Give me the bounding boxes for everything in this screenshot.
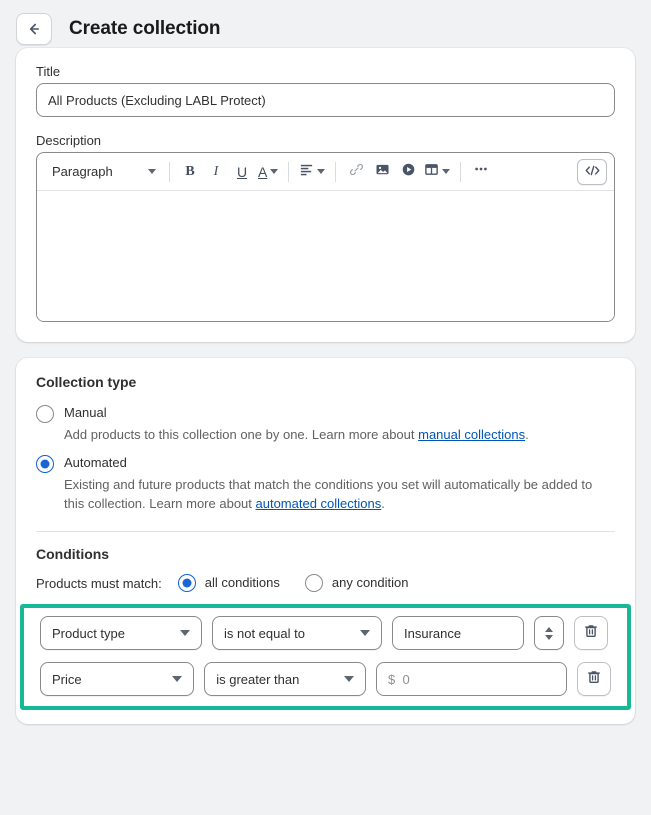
title-label: Title (36, 64, 61, 79)
paragraph-style-select[interactable]: Paragraph (44, 159, 162, 185)
details-card: Title Description Paragraph B I (16, 48, 635, 342)
more-options-button[interactable] (468, 159, 494, 185)
radio-automated-label: Automated (64, 455, 127, 470)
radio-all-conditions-label: all conditions (204, 575, 280, 590)
toolbar-divider (169, 161, 170, 182)
italic-button[interactable]: I (203, 159, 229, 185)
page-header: Create collection (0, 0, 651, 48)
condition-row: Price is greater than (40, 662, 611, 696)
collection-type-option-automated: Automated Existing and future products t… (36, 454, 615, 513)
trash-icon (586, 669, 602, 690)
radio-any-condition-label: any condition (331, 575, 409, 590)
radio-automated[interactable] (36, 455, 54, 473)
create-collection-page: Create collection Title Description Para… (0, 0, 651, 815)
condition-value-stepper-0[interactable] (534, 616, 564, 650)
condition-field-select-0[interactable]: Product type (40, 616, 202, 650)
play-circle-icon (401, 162, 416, 182)
radio-all-conditions[interactable] (177, 574, 196, 592)
chevron-down-icon (442, 169, 451, 174)
radio-manual-label: Manual (64, 405, 107, 420)
bold-button[interactable]: B (177, 159, 203, 185)
chevron-down-icon (360, 630, 370, 636)
chevron-down-icon (270, 169, 279, 174)
chevron-down-icon (344, 676, 354, 682)
table-icon (424, 162, 439, 182)
collection-type-option-manual: Manual Add products to this collection o… (36, 404, 615, 444)
condition-field-value-0: Product type (52, 625, 125, 641)
conditions-heading: Conditions (36, 546, 110, 562)
condition-value-input-0[interactable] (392, 616, 524, 650)
manual-help-before: Add products to this collection one by o… (64, 427, 419, 442)
code-view-button[interactable] (577, 158, 607, 185)
title-input[interactable] (36, 83, 615, 117)
chevron-down-icon (317, 169, 326, 174)
condition-value-input-1[interactable] (376, 662, 567, 696)
back-button[interactable] (16, 13, 52, 45)
bold-icon: B (185, 163, 195, 179)
link-icon (349, 162, 364, 182)
chevron-down-icon (180, 630, 190, 636)
collection-type-card: Collection type Manual Add products to t… (16, 358, 635, 724)
description-textarea[interactable] (37, 191, 614, 321)
match-label: Products must match: (36, 575, 162, 591)
chevron-down-icon (172, 676, 183, 682)
radio-any-condition[interactable] (304, 574, 323, 592)
automated-help-text: Existing and future products that match … (64, 475, 612, 513)
condition-relation-value-1: is greater than (216, 671, 300, 687)
page-title: Create collection (69, 18, 221, 39)
trash-icon (583, 623, 599, 644)
condition-row: Product type is not equal to (40, 616, 611, 650)
condition-delete-button-0[interactable] (574, 616, 608, 650)
underline-icon: U (236, 163, 248, 180)
editor-toolbar: Paragraph B I U A (37, 153, 614, 191)
match-option-any[interactable]: any condition (304, 574, 409, 592)
automated-help-after: . (381, 496, 385, 511)
manual-help-text: Add products to this collection one by o… (64, 425, 612, 444)
toolbar-divider (288, 161, 290, 182)
image-icon (375, 162, 390, 182)
toolbar-divider (335, 161, 337, 182)
description-label: Description (36, 133, 102, 148)
align-button[interactable] (296, 159, 328, 185)
description-editor: Paragraph B I U A (36, 152, 615, 322)
arrow-left-icon (26, 21, 42, 37)
image-button[interactable] (369, 159, 395, 185)
stepper-up-icon[interactable] (545, 626, 553, 632)
condition-field-value-1: Price (52, 671, 82, 687)
condition-relation-value-0: is not equal to (224, 625, 305, 641)
paragraph-style-label: Paragraph (52, 164, 113, 179)
italic-icon: I (213, 163, 219, 179)
automated-collections-link[interactable]: automated collections (256, 496, 382, 511)
chevron-down-icon (148, 169, 156, 174)
condition-relation-select-1[interactable]: is greater than (204, 662, 366, 696)
match-option-all[interactable]: all conditions (177, 574, 280, 592)
condition-field-select-1[interactable]: Price (40, 662, 195, 696)
code-icon (584, 163, 601, 181)
manual-help-after: . (525, 427, 529, 442)
toolbar-divider (460, 161, 462, 182)
stepper-down-icon[interactable] (545, 634, 553, 640)
collection-type-heading: Collection type (36, 374, 137, 390)
text-color-icon: A (258, 163, 268, 180)
condition-delete-button-1[interactable] (577, 662, 611, 696)
manual-collections-link[interactable]: manual collections (418, 427, 525, 442)
text-color-button[interactable]: A (255, 159, 281, 185)
condition-relation-select-0[interactable]: is not equal to (212, 616, 382, 650)
conditions-match-row: Products must match: all conditions any … (36, 574, 615, 592)
table-button[interactable] (421, 159, 453, 185)
underline-button[interactable]: U (229, 159, 255, 185)
video-button[interactable] (395, 159, 421, 185)
align-left-icon (299, 162, 314, 182)
conditions-highlight-box: Product type is not equal to Insurance P… (20, 604, 631, 710)
ellipsis-icon (473, 161, 489, 182)
radio-manual[interactable] (36, 405, 54, 423)
link-button[interactable] (343, 159, 369, 185)
